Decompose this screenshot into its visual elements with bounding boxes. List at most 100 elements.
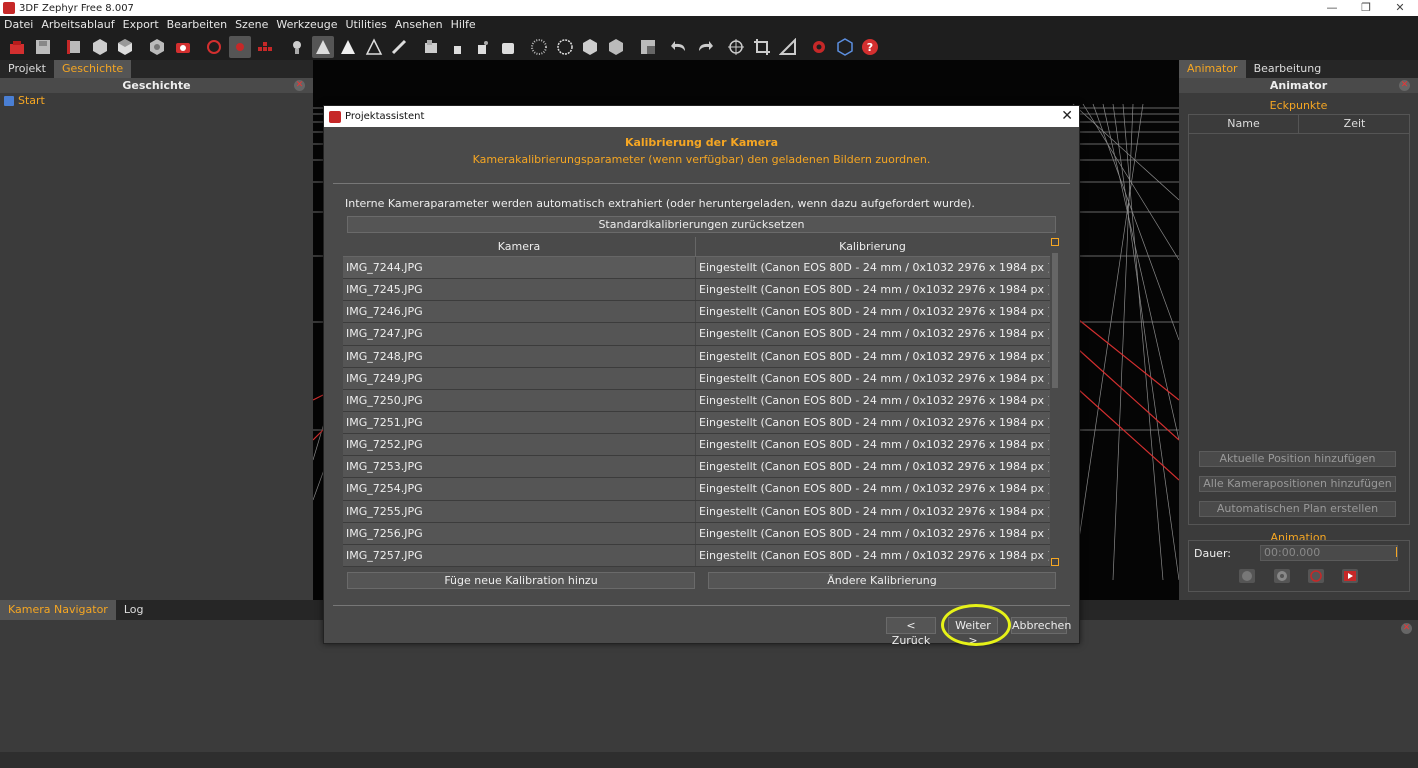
points-icon[interactable] — [311, 35, 334, 58]
close-icon[interactable]: ✕ — [294, 80, 305, 91]
cube-icon[interactable] — [579, 36, 601, 58]
tab-bearbeitung[interactable]: Bearbeitung — [1246, 60, 1330, 78]
animator-panel-title: Animator ✕ — [1179, 78, 1418, 93]
ortho-icon[interactable] — [254, 36, 276, 58]
dense-cloud-icon[interactable] — [89, 36, 111, 58]
close-window-button[interactable]: ✕ — [1383, 0, 1417, 16]
tab-projekt[interactable]: Projekt — [0, 60, 54, 78]
change-calibration-button[interactable]: Ändere Kalibrierung — [708, 572, 1056, 589]
tab-log[interactable]: Log — [116, 600, 152, 620]
table-scrollbar[interactable] — [1050, 237, 1060, 567]
save-icon[interactable] — [32, 36, 54, 58]
close-icon[interactable]: ✕ — [1399, 80, 1410, 91]
history-item-start[interactable]: Start — [0, 94, 313, 107]
tab-geschichte[interactable]: Geschichte — [53, 60, 132, 78]
table-row[interactable]: IMG_7246.JPG Eingestellt (Canon EOS 80D -… — [343, 301, 1060, 324]
select-icon[interactable] — [420, 36, 442, 58]
calibration-table[interactable]: Kamera Kalibrierung IMG_7244.JPG Eingeste… — [343, 237, 1060, 567]
help-icon[interactable]: ? — [859, 36, 881, 58]
scroll-up-icon[interactable] — [1051, 238, 1059, 246]
menu-datei[interactable]: Datei — [0, 18, 37, 31]
history-panel: Projekt Geschichte Geschichte ✕ Start — [0, 60, 313, 600]
dialog-title: Projektassistent — [345, 111, 425, 122]
table-row[interactable]: IMG_7248.JPG Eingestellt (Canon EOS 80D -… — [343, 345, 1060, 368]
move-icon[interactable] — [725, 36, 747, 58]
crop-icon[interactable] — [751, 36, 773, 58]
table-row[interactable]: IMG_7255.JPG Eingestellt (Canon EOS 80D -… — [343, 500, 1060, 523]
stop-icon[interactable] — [1274, 569, 1290, 583]
textured-mesh-icon[interactable] — [146, 36, 168, 58]
tab-animator[interactable]: Animator — [1179, 60, 1246, 78]
reset-calibrations-button[interactable]: Standardkalibrierungen zurücksetzen — [347, 216, 1056, 233]
new-project-icon[interactable] — [6, 36, 28, 58]
table-row[interactable]: IMG_7244.JPG Eingestellt (Canon EOS 80D -… — [343, 257, 1060, 280]
table-row[interactable]: IMG_7252.JPG Eingestellt (Canon EOS 80D -… — [343, 434, 1060, 457]
col-kalibrierung[interactable]: Kalibrierung — [696, 237, 1049, 256]
window-titlebar: 3DF Zephyr Free 8.007 — ❐ ✕ — [0, 0, 1418, 16]
rotate-icon[interactable] — [203, 36, 225, 58]
menu-werkzeuge[interactable]: Werkzeuge — [272, 18, 341, 31]
export-video-icon[interactable] — [1342, 569, 1358, 583]
menu-hilfe[interactable]: Hilfe — [447, 18, 480, 31]
duration-input[interactable]: 00:00.000 — [1260, 545, 1398, 561]
svg-text:?: ? — [867, 41, 873, 54]
3d-view-icon[interactable] — [834, 36, 856, 58]
redo-icon[interactable] — [694, 36, 716, 58]
cancel-button[interactable]: Abbrechen — [1011, 617, 1071, 634]
mesh-icon[interactable] — [114, 36, 136, 58]
add-calibration-button[interactable]: Füge neue Kalibration hinzu — [347, 572, 695, 589]
wireframe-icon[interactable] — [337, 36, 359, 58]
table-row[interactable]: IMG_7257.JPG Eingestellt (Canon EOS 80D -… — [343, 544, 1060, 567]
tab-kamera-navigator[interactable]: Kamera Navigator — [0, 600, 116, 620]
close-icon[interactable]: ✕ — [1401, 623, 1412, 634]
undo-icon[interactable] — [668, 36, 690, 58]
table-row[interactable]: IMG_7247.JPG Eingestellt (Canon EOS 80D -… — [343, 323, 1060, 346]
play-icon[interactable] — [1239, 569, 1255, 583]
add-all-camera-positions-button[interactable]: Alle Kamerapositionen hinzufügen — [1199, 476, 1396, 492]
table-row[interactable]: IMG_7254.JPG Eingestellt (Canon EOS 80D -… — [343, 478, 1060, 501]
dialog-titlebar: Projektassistent ✕ — [324, 106, 1079, 127]
solid-icon[interactable] — [363, 36, 385, 58]
grid-icon[interactable] — [528, 36, 550, 58]
menu-bearbeiten[interactable]: Bearbeiten — [163, 18, 231, 31]
minimize-button[interactable]: — — [1315, 0, 1349, 16]
menu-szene[interactable]: Szene — [231, 18, 272, 31]
camera-icon[interactable] — [172, 36, 194, 58]
record-icon[interactable] — [1308, 569, 1324, 583]
menu-export[interactable]: Export — [119, 18, 163, 31]
light-icon[interactable] — [286, 36, 308, 58]
scroll-thumb[interactable] — [1052, 253, 1058, 388]
pointer-icon[interactable] — [446, 36, 468, 58]
add-current-position-button[interactable]: Aktuelle Position hinzufügen — [1199, 451, 1396, 467]
maximize-button[interactable]: ❐ — [1349, 0, 1383, 16]
record-icon[interactable] — [228, 35, 251, 58]
col-kamera[interactable]: Kamera — [343, 237, 696, 256]
col-time[interactable]: Zeit — [1300, 115, 1409, 133]
table-row[interactable]: IMG_7251.JPG Eingestellt (Canon EOS 80D -… — [343, 411, 1060, 435]
menu-ansehen[interactable]: Ansehen — [391, 18, 447, 31]
ruler-icon[interactable] — [777, 36, 799, 58]
cube-alt-icon[interactable] — [605, 36, 627, 58]
col-name[interactable]: Name — [1189, 115, 1299, 133]
scroll-down-icon[interactable] — [1051, 558, 1059, 566]
table-row[interactable]: IMG_7245.JPG Eingestellt (Canon EOS 80D -… — [343, 279, 1060, 302]
lasso-icon[interactable] — [471, 36, 493, 58]
duration-spinner-icon[interactable] — [1396, 547, 1402, 557]
table-row[interactable]: IMG_7253.JPG Eingestellt (Canon EOS 80D -… — [343, 456, 1060, 479]
erase-icon[interactable] — [497, 36, 519, 58]
animator-panel: Animator Bearbeitung Animator ✕ Eckpunkt… — [1179, 60, 1418, 600]
table-row[interactable]: IMG_7250.JPG Eingestellt (Canon EOS 80D -… — [343, 389, 1060, 412]
menu-utilities[interactable]: Utilities — [342, 18, 391, 31]
sparse-cloud-icon[interactable] — [63, 36, 85, 58]
menu-arbeitsablauf[interactable]: Arbeitsablauf — [37, 18, 118, 31]
table-row[interactable]: IMG_7256.JPG Eingestellt (Canon EOS 80D -… — [343, 522, 1060, 545]
settings-icon[interactable] — [808, 36, 830, 58]
sphere-icon[interactable] — [554, 36, 576, 58]
back-button[interactable]: < Zurück — [886, 617, 936, 647]
duration-label: Dauer: — [1194, 547, 1231, 560]
box-select-icon[interactable] — [637, 36, 659, 58]
create-automatic-plan-button[interactable]: Automatischen Plan erstellen — [1199, 501, 1396, 517]
brush-icon[interactable] — [388, 36, 410, 58]
close-icon[interactable]: ✕ — [1061, 108, 1073, 124]
table-row[interactable]: IMG_7249.JPG Eingestellt (Canon EOS 80D -… — [343, 367, 1060, 390]
